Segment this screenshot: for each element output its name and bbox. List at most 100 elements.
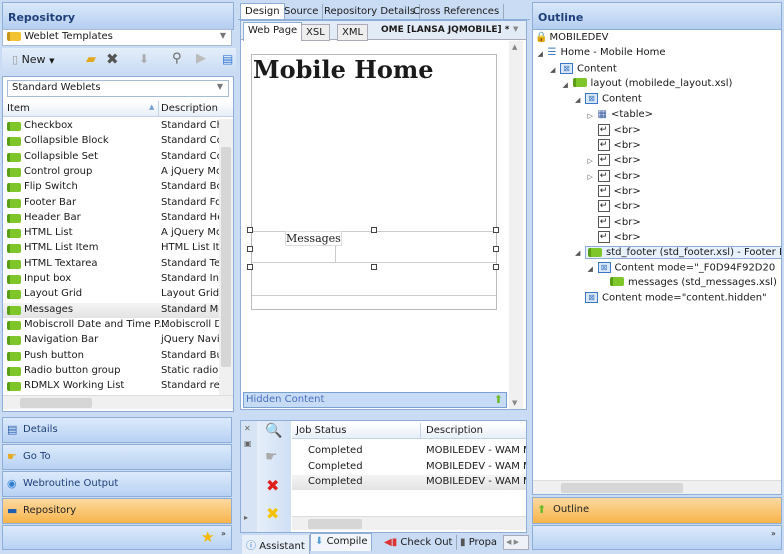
resize-handle[interactable] [493, 246, 499, 252]
arrow-up-icon[interactable]: ⬆ [494, 393, 503, 406]
tree-node[interactable]: messages (std_messages.xsl) [610, 277, 777, 288]
outline-horizontal-scrollbar[interactable] [533, 480, 781, 494]
resize-handle[interactable] [247, 264, 253, 270]
list-item[interactable]: HTML List A jQuery Mo [3, 226, 219, 241]
tab-xml[interactable]: XML [337, 24, 369, 41]
tab-repository-details[interactable]: Repository Details [320, 4, 421, 19]
list-item[interactable]: Collapsible Block Standard Co [3, 134, 219, 149]
list-item[interactable]: Input box Standard Inp [3, 272, 219, 287]
tree-node[interactable]: ↵ <br> [597, 123, 641, 136]
list-item[interactable]: Mobiscroll Date and Time P... Mobiscroll … [3, 318, 219, 333]
list-view-icon[interactable]: ▤ [222, 52, 233, 66]
weblet-category-combo[interactable]: Standard Weblets ▼ [7, 80, 229, 97]
resize-handle[interactable] [371, 264, 377, 270]
expand-arrow-icon[interactable]: ▷ [588, 112, 593, 120]
list-item[interactable]: Header Bar Standard He [3, 211, 219, 226]
resize-handle[interactable] [371, 227, 377, 233]
jobs-horizontal-scrollbar[interactable] [292, 516, 526, 530]
tree-node[interactable]: 🔒 MOBILEDEV [535, 32, 609, 43]
collapse-arrow-icon[interactable]: ◢ [588, 265, 593, 273]
list-item[interactable]: Push button Standard Bu [3, 349, 219, 364]
column-header-item[interactable]: Item [7, 103, 30, 114]
list-item[interactable]: Checkbox Standard Ch [3, 119, 219, 134]
tree-node[interactable]: ▦ <table> [598, 109, 654, 120]
nav-button-go-to[interactable]: ☛ Go To [2, 444, 232, 470]
configure-buttons-icon[interactable]: » [221, 529, 226, 538]
hidden-content-bar[interactable]: Hidden Content ⬆ [243, 392, 507, 408]
list-item[interactable]: Flip Switch Standard Bo [3, 180, 219, 195]
tree-node[interactable]: ⊠ Content mode="_F0D94F92D20 [597, 261, 775, 273]
star-icon[interactable]: ★ [201, 528, 214, 546]
document-dropdown-icon[interactable]: ▼ [513, 25, 518, 33]
open-folder-icon[interactable]: ▰ [86, 52, 96, 67]
tree-node[interactable]: ☰ Home - Mobile Home [548, 47, 666, 58]
list-item[interactable]: HTML Textarea Standard Tex [3, 257, 219, 272]
tab-assistant[interactable]: ⓘ Assistant [242, 535, 310, 554]
collapse-arrow-icon[interactable]: ◢ [575, 249, 580, 257]
tab-check-out[interactable]: ◀▮ Check Out [380, 535, 458, 550]
resize-handle[interactable] [247, 227, 253, 233]
download-icon[interactable]: ⬇ [139, 52, 149, 66]
tab-scroll-buttons[interactable]: ◀ ▶ [503, 535, 529, 550]
nav-button-webroutine-output[interactable]: ◉ Webroutine Output [2, 471, 232, 497]
messages-weblet[interactable]: Messages [285, 231, 342, 246]
tree-node[interactable]: ⊠ Content mode="content.hidden" [585, 292, 767, 304]
pin-icon[interactable]: ▣ [244, 439, 252, 448]
tab-web-page[interactable]: Web Page [243, 22, 303, 41]
collapse-arrow-icon[interactable]: ◢ [550, 66, 555, 74]
tree-node[interactable]: ↵ <br> [597, 230, 641, 243]
job-row[interactable]: Completed MOBILEDEV - WAM M [292, 460, 526, 475]
job-row[interactable]: Completed MOBILEDEV - WAM M [292, 444, 526, 459]
nav-button-details[interactable]: ▤ Details [2, 417, 232, 443]
collapse-arrow-icon[interactable]: ◢ [575, 96, 580, 104]
play-icon[interactable]: ▶ [196, 51, 206, 66]
tab-xsl[interactable]: XSL [301, 24, 330, 41]
tree-node[interactable]: ↵ <br> [597, 215, 641, 228]
tab-compile[interactable]: ⬇ Compile [310, 533, 373, 551]
search-icon[interactable]: ⚲ [172, 51, 182, 66]
list-item[interactable]: Footer Bar Standard Fo [3, 196, 219, 211]
expand-arrow-icon[interactable]: ▷ [588, 173, 593, 181]
editor-vertical-scrollbar[interactable]: ▲ ▼ [509, 41, 523, 409]
list-item[interactable]: HTML List Item HTML List It [3, 241, 219, 256]
outline-nav-button[interactable]: ⬆ Outline [532, 497, 782, 524]
tree-node[interactable]: ⊠ Content [560, 62, 617, 74]
tree-node[interactable]: ↵ <br> [597, 139, 641, 152]
clear-jobs-icon[interactable]: ✖ [266, 504, 279, 523]
page-heading[interactable]: Mobile Home [253, 55, 434, 84]
expand-icon[interactable]: ▸ [244, 513, 248, 522]
template-type-combo[interactable]: Weblet Templates ▼ [2, 29, 232, 46]
inspect-icon[interactable]: 🔍 [265, 423, 282, 439]
delete-job-icon[interactable]: ✖ [266, 476, 279, 495]
tab-source[interactable]: Source [280, 4, 324, 19]
list-item[interactable]: Layout Grid Layout Grid [3, 287, 219, 302]
list-item[interactable]: Navigation Bar jQuery Navig [3, 333, 219, 348]
column-header-job-status[interactable]: Job Status [296, 425, 346, 436]
horizontal-scrollbar[interactable] [3, 395, 233, 409]
resize-handle[interactable] [493, 227, 499, 233]
footer-table[interactable]: Messages [252, 231, 496, 263]
tree-node[interactable]: ⊠ Content [585, 93, 642, 105]
list-item[interactable]: Collapsible Set Standard Co [3, 150, 219, 165]
expand-arrow-icon[interactable]: ▷ [588, 157, 593, 165]
list-item[interactable]: Radio button group Static radio b [3, 364, 219, 379]
delete-icon[interactable]: ✖ [106, 50, 119, 68]
tree-node[interactable]: ↵ <br> [597, 200, 641, 213]
collapse-arrow-icon[interactable]: ◢ [538, 50, 543, 58]
tree-node[interactable]: ↵ <br> [597, 185, 641, 197]
pointing-hand-icon[interactable]: ☛ [265, 449, 278, 465]
vertical-scrollbar[interactable] [219, 119, 233, 395]
close-pane-icon[interactable]: ✕ [244, 424, 251, 433]
list-item[interactable]: Control group A jQuery Mo [3, 165, 219, 180]
list-item[interactable]: RDMLX Working List Standard rep [3, 379, 219, 394]
collapse-arrow-icon[interactable]: ◢ [563, 81, 568, 89]
tab-properties[interactable]: ▮ Propa [456, 535, 501, 550]
tree-node[interactable]: std_footer (std_footer.xsl) - Footer B [585, 246, 781, 260]
resize-handle[interactable] [493, 264, 499, 270]
job-row[interactable]: Completed MOBILEDEV - WAM M [292, 475, 526, 490]
tree-node[interactable]: ↵ <br> [597, 169, 641, 182]
configure-buttons-icon[interactable]: » [771, 529, 776, 538]
nav-button-repository[interactable]: ▬ Repository [2, 498, 232, 524]
list-item[interactable]: Messages Standard Me [3, 302, 219, 318]
new-button[interactable]: ▯ New ▼ [12, 53, 54, 66]
